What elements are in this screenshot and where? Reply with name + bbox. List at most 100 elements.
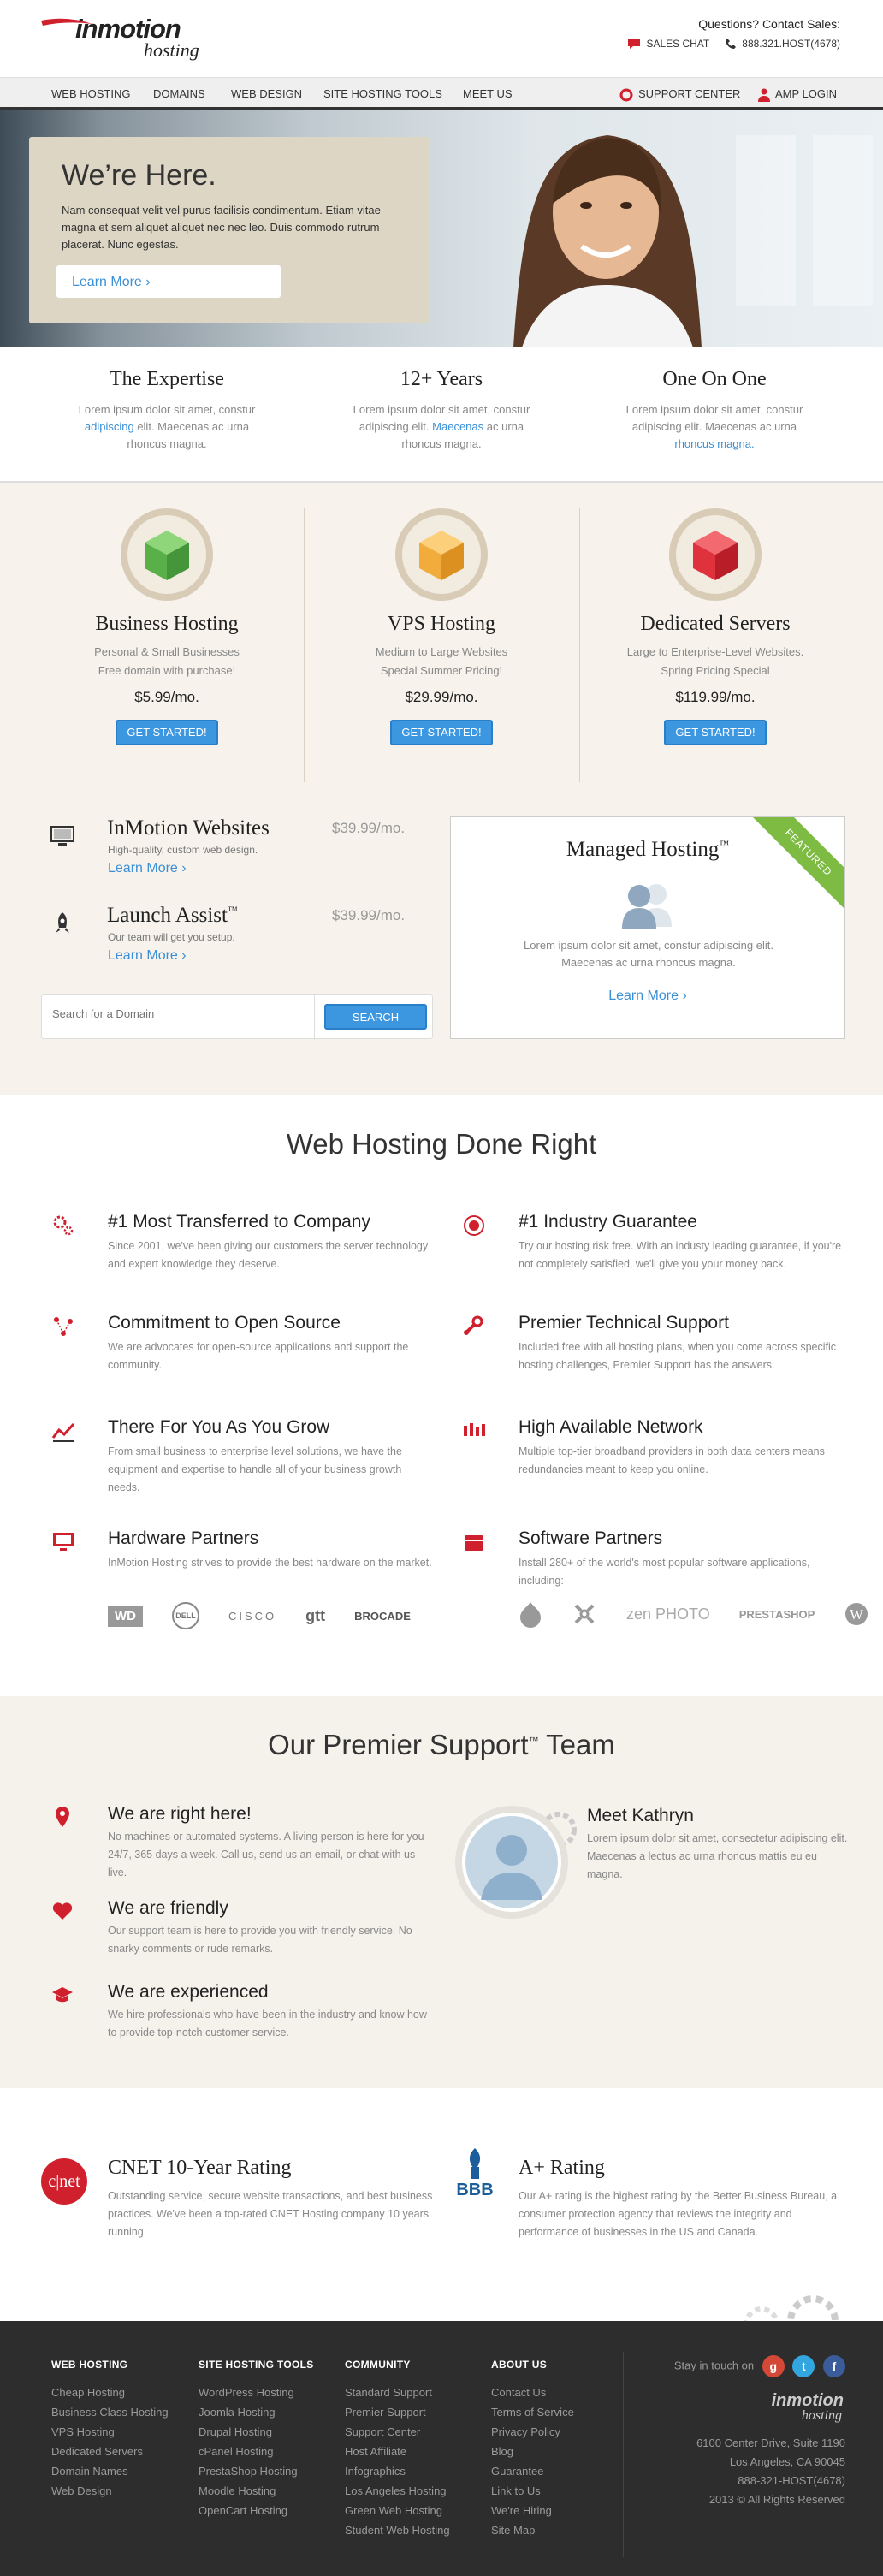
domain-search-button[interactable]: SEARCH	[324, 1004, 427, 1030]
network-nodes-icon	[54, 1317, 73, 1336]
footer-link[interactable]: Infographics	[345, 2461, 450, 2481]
footer-link[interactable]: We're Hiring	[491, 2501, 574, 2520]
get-started-button[interactable]: GET STARTED!	[116, 720, 218, 745]
footer-link[interactable]: Green Web Hosting	[345, 2501, 450, 2520]
footer-link[interactable]: Drupal Hosting	[199, 2422, 314, 2442]
chevron-right-icon: ›	[145, 275, 151, 289]
window-decor	[813, 135, 873, 306]
footer-link[interactable]: Web Design	[51, 2481, 169, 2501]
chevron-right-icon: ›	[682, 988, 687, 1003]
joomla-icon	[574, 1604, 595, 1624]
footer-link[interactable]: Student Web Hosting	[345, 2520, 450, 2540]
plan-icon-circle	[395, 508, 488, 601]
footer-link[interactable]: Los Angeles Hosting	[345, 2481, 450, 2501]
footer-link[interactable]: Cheap Hosting	[51, 2383, 169, 2402]
footer-link[interactable]: Guarantee	[491, 2461, 574, 2481]
hero-banner: We’re Here. Nam consequat velit vel puru…	[0, 110, 883, 347]
nav-support-center[interactable]: SUPPORT CENTER	[619, 87, 740, 102]
nav-amp-login[interactable]: AMP LOGIN	[758, 87, 837, 102]
footer-phone: 888-321-HOST(4678)	[738, 2474, 845, 2487]
footer-link[interactable]: Host Affiliate	[345, 2442, 450, 2461]
footer-link[interactable]: Blog	[491, 2442, 574, 2461]
footer-link[interactable]: WordPress Hosting	[199, 2383, 314, 2402]
nav-meet-us[interactable]: MEET US	[463, 87, 513, 100]
feature-text: Since 2001, we've been giving our custom…	[108, 1240, 429, 1270]
wordpress-icon: W	[845, 1603, 868, 1625]
footer-link[interactable]: OpenCart Hosting	[199, 2501, 314, 2520]
domain-search-input[interactable]	[52, 1007, 309, 1020]
footer-logo[interactable]: inmotion hosting	[674, 2391, 845, 2429]
section-title: Web Hosting Done Right	[286, 1128, 597, 1160]
phone-link[interactable]: 888.321.HOST(4678)	[725, 38, 840, 50]
nav-web-design[interactable]: WEB DESIGN	[231, 87, 302, 100]
site-header: inmotion hosting Questions? Contact Sale…	[0, 0, 883, 77]
footer-link[interactable]: Business Class Hosting	[51, 2402, 169, 2422]
footer-link[interactable]: VPS Hosting	[51, 2422, 169, 2442]
footer-contact: Stay in touch on g t f inmotion hosting …	[674, 2355, 845, 2509]
support-title-text: Our Premier Support	[268, 1729, 529, 1760]
feature-text: InMotion Hosting strives to provide the …	[108, 1557, 432, 1569]
inmotion-logo[interactable]: inmotion hosting	[41, 12, 221, 63]
nav-site-hosting-tools[interactable]: SITE HOSTING TOOLS	[323, 87, 442, 100]
phone-number: 888.321.HOST(4678)	[742, 38, 840, 50]
meet-kathryn-card: Meet Kathryn Lorem ipsum dolor sit amet,…	[452, 1804, 854, 1924]
expertise-link[interactable]: Maecenas	[432, 420, 483, 433]
footer-link[interactable]: Support Center	[345, 2422, 450, 2442]
footer-link[interactable]: Dedicated Servers	[51, 2442, 169, 2461]
expertise-line: elit. Maecenas ac urna	[133, 420, 250, 433]
drupal-icon	[520, 1602, 541, 1628]
footer-link[interactable]: Moodle Hosting	[199, 2481, 314, 2501]
heart-icon	[52, 1902, 73, 1920]
get-started-button[interactable]: GET STARTED!	[390, 720, 493, 745]
twitter-icon[interactable]: t	[792, 2355, 815, 2377]
plan-price: $119.99/mo.	[675, 689, 756, 705]
chevron-right-icon: ›	[181, 861, 187, 875]
footer-link[interactable]: Terms of Service	[491, 2402, 574, 2422]
lifebuoy-icon	[619, 88, 633, 102]
feature-title: #1 Most Transferred to Company	[108, 1212, 370, 1232]
nav-domains[interactable]: DOMAINS	[153, 87, 205, 100]
mini-link-label: Learn More	[108, 861, 178, 875]
plans-section: Business Hosting Personal & Small Busine…	[0, 483, 883, 1095]
gears-icon	[53, 1215, 74, 1236]
hero-learn-more-button[interactable]: Learn More ›	[56, 265, 281, 298]
hero-title: We’re Here.	[62, 159, 216, 192]
plan-desc-line: Special Summer Pricing!	[380, 664, 503, 677]
footer-link[interactable]: cPanel Hosting	[199, 2442, 314, 2461]
google-plus-icon[interactable]: g	[762, 2355, 785, 2377]
footer-link[interactable]: Joomla Hosting	[199, 2402, 314, 2422]
expertise-col-3: One On One Lorem ipsum dolor sit amet, c…	[612, 368, 817, 453]
sales-chat-link[interactable]: SALES CHAT	[627, 38, 709, 50]
mini-learn-more-link[interactable]: Learn More ›	[108, 948, 187, 964]
nav-web-hosting[interactable]: WEB HOSTING	[51, 87, 130, 100]
managed-learn-more-link[interactable]: Learn More ›	[451, 988, 844, 1004]
dell-logo: DELL	[172, 1602, 199, 1629]
divider	[579, 508, 580, 782]
expertise-link[interactable]: adipiscing	[85, 420, 134, 433]
meet-title: Meet Kathryn	[587, 1806, 694, 1825]
footer-link[interactable]: Link to Us	[491, 2481, 574, 2501]
plan-desc-line: Medium to Large Websites	[375, 645, 508, 658]
get-started-button[interactable]: GET STARTED!	[664, 720, 767, 745]
footer-col-web-hosting: WEB HOSTING Cheap Hosting Business Class…	[51, 2359, 169, 2501]
feature-text: From small business to enterprise level …	[108, 1445, 402, 1493]
footer-link[interactable]: Privacy Policy	[491, 2422, 574, 2442]
mini-learn-more-link[interactable]: Learn More ›	[108, 861, 187, 876]
feature-text: We are advocates for open-source applica…	[108, 1341, 409, 1371]
facebook-icon[interactable]: f	[823, 2355, 845, 2377]
feature-title: Commitment to Open Source	[108, 1313, 341, 1333]
footer-link[interactable]: PrestaShop Hosting	[199, 2461, 314, 2481]
plan-price: $29.99/mo.	[405, 689, 478, 705]
footer-link[interactable]: Contact Us	[491, 2383, 574, 2402]
support-item-text: Our support team is here to provide you …	[108, 1925, 412, 1955]
footer-link[interactable]: Standard Support	[345, 2383, 450, 2402]
expertise-col-1: The Expertise Lorem ipsum dolor sit amet…	[64, 368, 270, 453]
trademark: ™	[528, 1735, 539, 1747]
footer-link[interactable]: Premier Support	[345, 2402, 450, 2422]
support-center-label: SUPPORT CENTER	[638, 87, 741, 100]
footer-link[interactable]: Site Map	[491, 2520, 574, 2540]
cnet-badge: c|net	[41, 2158, 87, 2205]
expertise-line: adipiscing elit. Maecenas ac urna	[631, 420, 797, 433]
footer-link[interactable]: Domain Names	[51, 2461, 169, 2481]
expertise-link[interactable]: rhoncus magna.	[674, 437, 754, 450]
